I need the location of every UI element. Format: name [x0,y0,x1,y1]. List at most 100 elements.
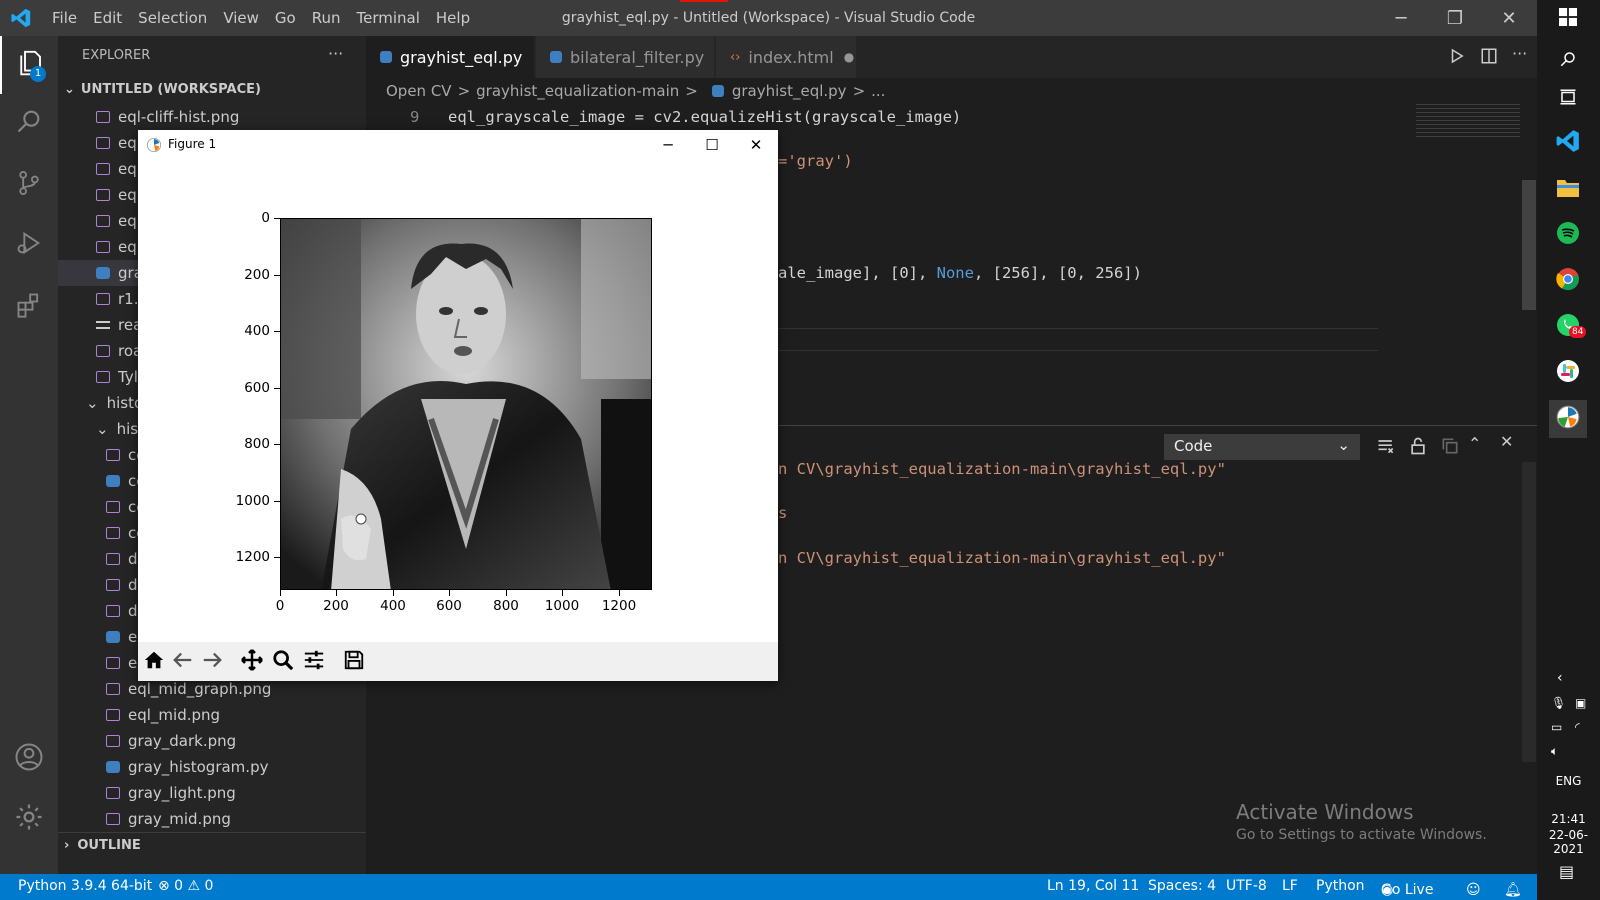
taskbar-matplotlib[interactable] [1549,400,1587,438]
clock-date[interactable]: 22-06-2021 [1537,828,1600,856]
action-center-button[interactable]: ▤ [1559,862,1574,881]
minimize-button[interactable]: ─ [1378,0,1424,36]
tab-bilateral-filter[interactable]: bilateral_filter.py [536,36,714,78]
y-tick-mark [274,388,280,389]
taskbar-vscode[interactable] [1549,124,1587,162]
breadcrumb-open-cv[interactable]: Open CV [386,82,452,100]
list-item[interactable]: gray_mid.png [58,806,366,832]
manage-activity-button[interactable] [0,790,58,848]
task-view-button[interactable] [1549,80,1587,118]
panel-scrollbar[interactable] [1522,462,1536,762]
menu-edit[interactable]: Edit [85,9,130,27]
menu-help[interactable]: Help [428,9,478,27]
extensions-activity-button[interactable] [0,278,58,336]
input-language[interactable]: ENG [1537,774,1600,788]
run-file-button[interactable] [1448,47,1466,69]
breadcrumb-file[interactable]: grayhist_eql.py [732,82,847,100]
explorer-activity-button[interactable]: 1 [0,36,58,94]
breadcrumb-symbol[interactable]: ... [871,82,885,100]
line-highlight [778,350,1378,351]
source-control-activity-button[interactable] [0,156,58,214]
end-of-line[interactable]: LF [1282,878,1298,894]
language-mode[interactable]: Python [1316,878,1365,894]
clear-output-button[interactable] [1376,436,1396,460]
pan-button[interactable] [238,648,266,676]
taskbar-search-button[interactable] [1549,42,1587,80]
slack-icon [1556,359,1580,387]
tab-index-html[interactable]: ‹› index.html ● [716,36,856,78]
image-axes[interactable] [280,218,652,590]
breadcrumb: Open CV > grayhist_equalization-main > g… [366,78,1537,104]
menu-run[interactable]: Run [304,9,349,27]
home-button[interactable] [140,648,168,676]
microphone-tray[interactable]: 🎙︎ [1551,696,1566,710]
restore-button[interactable]: ❐ [1432,0,1478,36]
cursor-position[interactable]: Ln 19, Col 11 [1047,878,1139,894]
battery-tray[interactable]: ▭ [1551,720,1562,734]
tab-grayhist-eql[interactable]: grayhist_eql.py ✕ [366,36,546,78]
start-button[interactable] [1549,0,1587,38]
search-activity-button[interactable] [0,94,58,152]
menu-terminal[interactable]: Terminal [349,9,428,27]
list-item[interactable]: gray_dark.png [58,728,366,754]
run-debug-activity-button[interactable] [0,216,58,274]
encoding[interactable]: UTF-8 [1226,878,1267,894]
run-debug-icon [15,229,43,261]
list-item[interactable]: eql_mid.png [58,702,366,728]
maximize-panel-button[interactable]: ⌃ [1468,434,1481,453]
menu-view[interactable]: View [215,9,267,27]
workspace-label: UNTITLED (WORKSPACE) [80,81,261,97]
split-editor-button[interactable] [1480,47,1498,69]
editor-more-button[interactable]: ··· [1512,44,1527,63]
taskbar-slack[interactable] [1549,354,1587,392]
menu-go[interactable]: Go [267,9,304,27]
figure-maximize-button[interactable]: ☐ [690,130,734,160]
forward-button[interactable] [198,648,226,676]
chevron-down-icon: ⌄ [1337,436,1350,454]
configure-subplots-button[interactable] [300,648,328,676]
figure-close-button[interactable]: ✕ [734,130,778,160]
y-tick-mark [274,331,280,332]
microphone-icon: 🎙︎ [1551,696,1567,710]
python-interpreter[interactable]: Python 3.9.4 64-bit [18,878,152,894]
menu-file[interactable]: File [44,9,85,27]
outline-section[interactable]: › OUTLINE [58,832,366,858]
show-hidden-icons-button[interactable]: ‹ [1557,670,1563,686]
workspace-section[interactable]: ⌄ UNTITLED (WORKSPACE) [58,76,366,102]
minimap[interactable] [1416,104,1520,140]
list-item[interactable]: gray_histogram.py [58,754,366,780]
python-file-icon [106,761,120,773]
status-bar: Python 3.9.4 64-bit ⊗ 0 ⚠ 0 Ln 19, Col 1… [0,874,1537,900]
lock-scroll-button[interactable] [1408,436,1428,460]
save-figure-button[interactable] [340,648,368,676]
more-icon: ··· [1512,44,1528,63]
figure-minimize-button[interactable]: ─ [646,130,690,160]
copy-output-button[interactable] [1440,436,1460,460]
taskbar-whatsapp[interactable]: 84 [1549,308,1587,346]
editor-scrollbar[interactable] [1522,180,1536,310]
back-button[interactable] [169,648,197,676]
volume-tray[interactable]: 🔈︎ [1551,744,1558,759]
volume-icon: 🔈︎ [1551,744,1559,758]
image-file-icon [96,293,110,305]
taskbar-file-explorer[interactable] [1549,170,1587,208]
taskbar-spotify[interactable] [1549,216,1587,254]
wifi-tray[interactable]: ◜ [1575,720,1580,734]
output-channel-select[interactable]: Code ⌄ [1164,434,1360,460]
accounts-activity-button[interactable] [0,730,58,788]
zoom-button[interactable] [269,648,297,676]
explorer-more-button[interactable]: ··· [328,44,343,63]
indentation[interactable]: Spaces: 4 [1148,878,1216,894]
list-item[interactable]: eql-cliff-hist.png [58,104,366,130]
close-panel-button[interactable]: ✕ [1500,432,1513,451]
x-tick-label: 200 [323,598,349,614]
list-item[interactable]: gray_light.png [58,780,366,806]
taskbar-chrome[interactable] [1549,262,1587,300]
close-window-button[interactable]: ✕ [1486,0,1532,36]
menu-selection[interactable]: Selection [130,9,215,27]
display-tray[interactable]: ▣ [1575,696,1586,710]
breadcrumb-folder[interactable]: grayhist_equalization-main [476,82,679,100]
y-tick-label: 1200 [235,549,270,565]
clock-time[interactable]: 21:41 [1537,812,1600,826]
problems-count[interactable]: ⊗ 0 ⚠ 0 [158,878,213,894]
